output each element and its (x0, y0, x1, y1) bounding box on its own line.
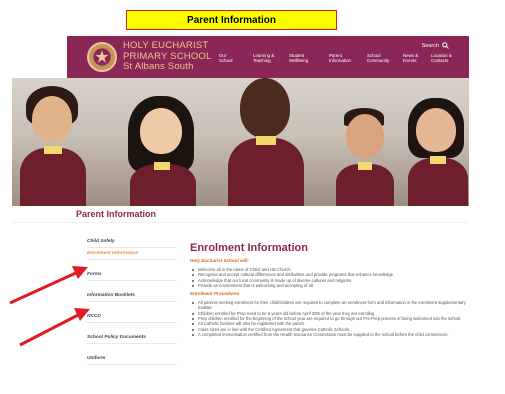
sidebar: Child Safety Enrolment Information Forms… (87, 236, 177, 365)
search-label: Search (421, 42, 439, 49)
hero-photo (12, 78, 469, 206)
main-content: Enrolment Information Holy Eucharist Sch… (190, 242, 470, 337)
site-header: HOLY EUCHARIST PRIMARY SCHOOL St Albans … (67, 36, 469, 78)
search-button[interactable]: Search (422, 42, 449, 49)
main-nav: Our School Learning & Teaching Student W… (67, 53, 469, 73)
school-name-line-1: HOLY EUCHARIST (123, 40, 209, 51)
sidebar-item-information-booklets[interactable]: Information Booklets (87, 290, 177, 302)
sidebar-item-child-safety[interactable]: Child Safety (87, 236, 177, 248)
list-item: A completed immunisation certified from … (190, 332, 470, 337)
nav-news-events[interactable]: News & Events (403, 53, 418, 64)
sidebar-item-uniform[interactable]: Uniform (87, 353, 177, 365)
page-title: Parent Information (76, 209, 157, 219)
list-item: All parents seeking enrolment for their … (190, 300, 470, 311)
section-title-procedures: Enrolment Procedures (190, 291, 240, 297)
annotation-label: Parent Information (126, 10, 337, 30)
section-title-commitments: Holy Eucharist School will: (190, 258, 249, 263)
nav-location-contacts[interactable]: Location & Contacts (431, 53, 452, 64)
nav-learning-teaching[interactable]: Learning & Teaching (253, 53, 274, 64)
list-item: Provide an environment that is welcoming… (190, 283, 470, 288)
commitments-list: Welcome all in the name of Christ and Hi… (190, 267, 470, 288)
arrow-to-school-policy-icon (19, 308, 90, 347)
nav-parent-information[interactable]: Parent Information (329, 53, 351, 64)
sidebar-item-enrolment-information[interactable]: Enrolment Information (87, 248, 177, 260)
nav-student-wellbeing[interactable]: Student Wellbeing (289, 53, 308, 64)
content-heading: Enrolment Information (190, 242, 308, 254)
sidebar-item-school-policy-documents[interactable]: School Policy Documents (87, 332, 177, 344)
nav-our-school[interactable]: Our School (219, 53, 232, 64)
arrow-to-forms-icon (9, 266, 88, 305)
search-icon (442, 42, 449, 49)
procedures-list: All parents seeking enrolment for their … (190, 300, 470, 337)
sidebar-item-forms[interactable]: Forms (87, 269, 177, 281)
page-title-bar: Parent Information (12, 206, 469, 223)
sidebar-item-nccd[interactable]: NCCD (87, 311, 177, 323)
nav-school-community[interactable]: School Community (367, 53, 389, 64)
